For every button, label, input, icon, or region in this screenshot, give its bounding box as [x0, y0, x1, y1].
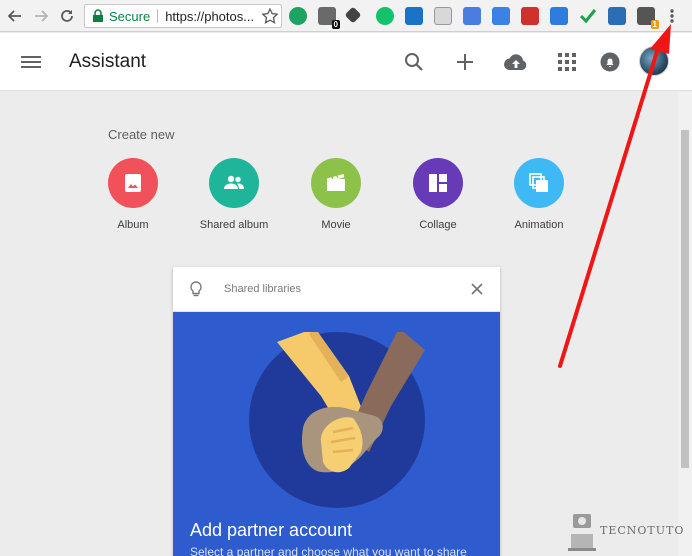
notification-bell-icon	[600, 52, 620, 72]
extension-icon-3[interactable]	[344, 6, 362, 24]
bookmark-star-icon[interactable]	[262, 8, 278, 24]
checkmark-icon[interactable]	[579, 7, 597, 25]
close-icon	[471, 283, 483, 295]
create-item-label: Collage	[419, 219, 457, 231]
create-animation-button[interactable]: Animation	[494, 158, 584, 231]
create-item-label: Animation	[514, 219, 564, 231]
create-button[interactable]	[453, 50, 477, 74]
forward-button[interactable]	[30, 5, 52, 27]
omnibox-separator	[157, 9, 159, 23]
secure-label: Secure	[109, 8, 151, 24]
grammarly-icon[interactable]	[376, 7, 394, 25]
card-subtitle: Select a partner and choose what you wan…	[190, 545, 467, 556]
watermark-logo-icon	[568, 514, 596, 551]
extension-icon-12[interactable]	[608, 7, 626, 25]
extension-icon-9[interactable]	[521, 7, 539, 25]
animation-icon-circle	[514, 158, 564, 208]
album-icon-circle	[108, 158, 158, 208]
dismiss-card-button[interactable]	[469, 281, 485, 297]
scrollbar[interactable]	[678, 92, 692, 556]
extension-badge: 1	[650, 20, 659, 29]
animation-icon	[529, 173, 548, 192]
create-movie-button[interactable]: Movie	[291, 158, 381, 231]
extension-icon-5[interactable]	[405, 7, 423, 25]
extension-icon-1[interactable]	[289, 7, 307, 25]
url-text[interactable]: https://photos...	[165, 9, 254, 24]
back-button[interactable]	[4, 5, 26, 27]
avatar[interactable]	[639, 46, 669, 76]
hamburger-menu-icon	[21, 56, 41, 68]
address-bar[interactable]: Secure https://photos...	[84, 4, 282, 28]
apps-grid-icon	[558, 53, 576, 71]
lightbulb-icon	[190, 281, 202, 297]
card-hero: Add partner account Select a partner and…	[173, 312, 500, 556]
search-icon	[405, 53, 423, 71]
card-title: Add partner account	[190, 520, 353, 540]
extension-icon-6[interactable]	[434, 7, 452, 25]
extension-badge: 0	[331, 20, 340, 29]
card-header: Shared libraries	[173, 267, 500, 312]
card-header-label: Shared libraries	[224, 283, 302, 295]
notifications-button[interactable]	[598, 50, 622, 74]
extension-icon-13[interactable]: 1	[637, 7, 659, 29]
reload-icon	[61, 10, 73, 22]
main-menu-button[interactable]	[19, 50, 43, 74]
chrome-menu-button[interactable]	[668, 7, 676, 25]
translate-icon[interactable]	[463, 7, 481, 25]
create-album-button[interactable]: Album	[88, 158, 178, 231]
movie-icon-circle	[311, 158, 361, 208]
create-collage-button[interactable]: Collage	[393, 158, 483, 231]
watermark: TECNOTUTO	[566, 512, 686, 552]
shared-libraries-card: Shared libraries Add partner account Sel…	[173, 267, 500, 556]
forward-arrow-icon	[35, 10, 49, 22]
scrollbar-thumb[interactable]	[681, 130, 689, 468]
create-item-label: Shared album	[199, 219, 269, 231]
download-icon[interactable]	[550, 7, 568, 25]
browser-toolbar: Secure https://photos... 0 1	[0, 0, 692, 32]
page-title: Assistant	[69, 51, 147, 72]
collage-icon	[429, 174, 447, 192]
three-dots-vertical-icon	[670, 9, 674, 23]
watermark-text: TECNOTUTO	[600, 524, 685, 537]
people-icon	[224, 175, 244, 189]
shared-album-icon-circle	[209, 158, 259, 208]
apps-button[interactable]	[555, 50, 579, 74]
back-arrow-icon	[7, 10, 21, 22]
app-header: Assistant	[0, 33, 692, 91]
lock-icon	[93, 9, 103, 22]
search-button[interactable]	[402, 50, 426, 74]
cloud-upload-icon	[504, 54, 527, 71]
holding-hands-illustration	[249, 332, 425, 508]
upload-button[interactable]	[504, 50, 528, 74]
album-icon	[125, 174, 141, 192]
collage-icon-circle	[413, 158, 463, 208]
create-item-label: Album	[117, 219, 149, 231]
create-new-heading: Create new	[108, 127, 175, 142]
create-item-label: Movie	[321, 219, 351, 231]
plus-icon	[457, 54, 473, 70]
reload-button[interactable]	[56, 5, 78, 27]
create-shared-album-button[interactable]: Shared album	[189, 158, 279, 231]
extension-icon-2[interactable]: 0	[318, 7, 340, 29]
extension-icon-8[interactable]	[492, 7, 510, 25]
clapperboard-icon	[327, 174, 345, 191]
